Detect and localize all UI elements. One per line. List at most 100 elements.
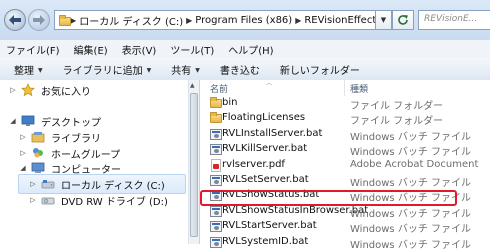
library-icon — [30, 130, 46, 144]
add-to-library-button[interactable]: ライブラリに追加 ▼ — [53, 62, 162, 77]
batch-file-icon — [209, 205, 223, 218]
nav-item-dvd-drive[interactable]: ▷ DVD RW ドライブ (D:) — [28, 190, 168, 210]
expand-arrow-icon[interactable]: ▷ — [18, 133, 28, 141]
menu-bar: ファイル(F) 編集(E) 表示(V) ツール(T) ヘルプ(H) — [0, 40, 490, 59]
file-name: RVLInstallServer.bat — [222, 127, 323, 139]
file-type: ファイル フォルダー — [350, 101, 444, 112]
organize-label: 整理 — [14, 65, 34, 77]
menu-file[interactable]: ファイル(F) — [0, 42, 67, 57]
forward-button[interactable] — [28, 9, 50, 31]
file-row[interactable]: bin ファイル フォルダー — [200, 96, 490, 112]
file-name: FloatingLicenses — [222, 112, 306, 124]
folder-icon — [209, 112, 223, 125]
file-type: Windows バッチ ファイル — [350, 178, 471, 189]
add-to-library-label: ライブラリに追加 — [62, 65, 143, 77]
batch-file-icon — [209, 174, 223, 187]
file-row[interactable]: RVLStartServer.bat Windows バッチ ファイル — [200, 219, 490, 236]
collapse-arrow-icon[interactable]: ◢ — [18, 164, 28, 172]
scroll-up-icon[interactable]: ▲ — [190, 82, 195, 89]
computer-icon — [30, 161, 46, 175]
column-name-header[interactable]: 名前 — [210, 82, 228, 95]
menu-help[interactable]: ヘルプ(H) — [221, 42, 280, 57]
share-label: 共有 — [171, 65, 192, 77]
file-row[interactable]: RVLSetServer.bat Windows バッチ ファイル — [200, 173, 490, 189]
chevron-down-icon: ▼ — [146, 67, 152, 74]
file-type: Windows バッチ ファイル — [350, 131, 471, 143]
share-button[interactable]: 共有 ▼ — [161, 62, 210, 77]
address-input[interactable]: « ▶ ローカル ディスク (C:) ▶ Program Files (x86)… — [54, 10, 376, 30]
chevron-down-icon: ▼ — [38, 67, 43, 74]
file-row[interactable]: rvlserver.pdf Adobe Acrobat Document — [200, 158, 490, 173]
file-name: RVLSetServer.bat — [222, 174, 309, 185]
expand-arrow-icon[interactable]: ▷ — [28, 180, 38, 188]
file-name: rvlserver.pdf — [222, 158, 285, 170]
new-folder-button[interactable]: 新しいフォルダー — [270, 62, 370, 77]
file-row[interactable]: RVLSystemID.bat Windows バッチ ファイル — [200, 235, 490, 251]
file-row[interactable]: RVLShowStatusInBrowser.bat Windows バッチ ファ… — [200, 204, 490, 220]
expand-arrow-icon[interactable]: ▷ — [8, 86, 18, 94]
file-type: Windows バッチ ファイル — [350, 193, 471, 205]
refresh-icon — [398, 15, 408, 25]
menu-view[interactable]: 表示(V) — [115, 42, 164, 57]
refresh-button[interactable] — [392, 10, 414, 30]
file-type: Adobe Acrobat Document — [350, 158, 479, 170]
file-type: Windows バッチ ファイル — [350, 224, 471, 236]
file-type: ファイル フォルダー — [350, 116, 444, 128]
column-divider[interactable] — [344, 80, 345, 96]
file-name: RVLSystemID.bat — [222, 235, 309, 247]
menu-edit[interactable]: 編集(E) — [67, 42, 115, 57]
file-row[interactable]: RVLShowStatus.bat Windows バッチ ファイル — [200, 188, 490, 205]
breadcrumb-program-files[interactable]: Program Files (x86) — [195, 15, 292, 26]
star-icon — [20, 83, 36, 97]
batch-file-icon — [209, 236, 223, 249]
back-button[interactable] — [4, 9, 26, 31]
file-row[interactable]: FloatingLicenses ファイル フォルダー — [200, 111, 490, 128]
file-type: Windows バッチ ファイル — [350, 147, 471, 159]
file-type: Windows バッチ ファイル — [350, 208, 471, 220]
batch-file-icon — [209, 189, 223, 202]
file-type: Windows バッチ ファイル — [350, 239, 471, 251]
batch-file-icon — [209, 128, 223, 141]
breadcrumb-local-disk[interactable]: ローカル ディスク (C:) — [79, 13, 183, 28]
breadcrumb-separator-icon: ▶ — [186, 15, 193, 25]
arrow-left-icon — [9, 15, 21, 25]
navigation-scrollbar[interactable]: ▲ — [188, 80, 200, 244]
desktop-icon — [20, 114, 36, 128]
file-name: bin — [222, 97, 238, 108]
column-type-header[interactable]: 種類 — [350, 82, 368, 95]
dvd-drive-icon — [40, 193, 56, 207]
file-row[interactable]: RVLKillServer.bat Windows バッチ ファイル — [200, 142, 490, 159]
file-name: RVLShowStatus.bat — [222, 189, 320, 201]
nav-item-label: お気に入り — [41, 86, 91, 98]
file-row[interactable]: RVLInstallServer.bat Windows バッチ ファイル — [200, 127, 490, 143]
breadcrumb-revisioneffects[interactable]: REVisionEffects — [304, 15, 375, 26]
chevron-down-icon: ▼ — [195, 67, 200, 74]
expand-arrow-icon[interactable]: ▷ — [28, 196, 38, 204]
organize-button[interactable]: 整理 ▼ — [0, 62, 53, 77]
breadcrumb-separator-icon: ▶ — [295, 15, 302, 25]
hard-drive-icon — [40, 177, 56, 191]
folder-icon — [209, 97, 223, 110]
file-name: RVLKillServer.bat — [222, 143, 308, 155]
nav-item-label: DVD RW ドライブ (D:) — [61, 196, 168, 208]
command-bar: 整理 ▼ ライブラリに追加 ▼ 共有 ▼ 書き込む 新しいフォルダー — [0, 58, 490, 81]
batch-file-icon — [209, 220, 223, 233]
file-name: RVLShowStatusInBrowser.bat — [222, 204, 369, 216]
chevron-down-icon: ▼ — [380, 16, 387, 24]
address-bar-area: « ▶ ローカル ディスク (C:) ▶ Program Files (x86)… — [0, 0, 490, 41]
column-header: ︿ 名前 種類 — [200, 80, 490, 96]
search-input[interactable]: REVisionE... — [418, 10, 490, 30]
breadcrumb-separator-icon: ▶ — [70, 15, 77, 25]
batch-file-icon — [209, 143, 223, 156]
nav-item-favorites[interactable]: ▷ お気に入り — [8, 80, 91, 100]
file-name: RVLStartServer.bat — [222, 220, 317, 232]
scrollbar-thumb[interactable] — [190, 93, 198, 237]
sort-chevron-icon: ︿ — [266, 80, 273, 87]
file-list: ︿ 名前 種類 bin ファイル フォルダー FloatingLicenses ファイ… — [200, 80, 490, 251]
collapse-arrow-icon[interactable]: ◢ — [8, 117, 18, 125]
expand-arrow-icon[interactable]: ▷ — [18, 149, 28, 157]
burn-button[interactable]: 書き込む — [210, 62, 270, 77]
menu-tools[interactable]: ツール(T) — [163, 42, 221, 57]
arrow-right-icon — [33, 15, 45, 25]
address-history-dropdown[interactable]: ▼ — [376, 10, 392, 30]
